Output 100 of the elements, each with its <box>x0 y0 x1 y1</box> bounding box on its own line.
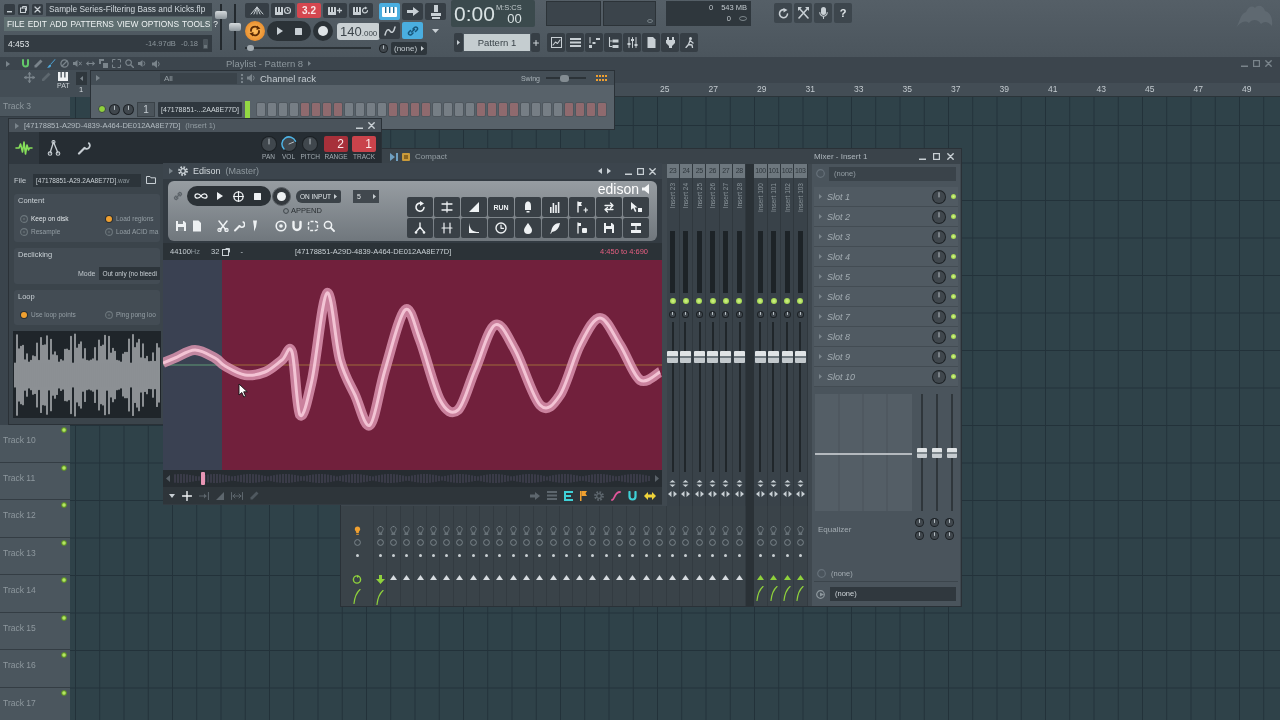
track-led[interactable] <box>669 298 676 304</box>
swap-icon[interactable] <box>782 491 792 497</box>
delete-icon[interactable] <box>60 59 69 68</box>
stamp-button[interactable] <box>425 3 446 20</box>
magnet-icon[interactable] <box>21 59 30 68</box>
help-button[interactable]: ? <box>834 3 852 23</box>
keyboard-button[interactable] <box>379 3 400 20</box>
triangle-icon[interactable] <box>756 575 764 580</box>
track-header[interactable]: Track 11 <box>0 462 70 500</box>
zoom-icon[interactable] <box>112 59 121 68</box>
maximize-icon[interactable] <box>637 167 644 175</box>
mix-knob[interactable] <box>932 289 946 304</box>
menu-item[interactable]: FILE <box>7 19 25 29</box>
eq-knob[interactable] <box>945 518 954 527</box>
countdown-button[interactable]: 3.2 <box>297 3 321 18</box>
open-file-button[interactable] <box>144 173 158 187</box>
pattern-song-button[interactable] <box>245 21 265 41</box>
pan-knob[interactable] <box>735 311 743 318</box>
collapse-button[interactable] <box>75 72 87 85</box>
stereo-icon[interactable] <box>770 480 778 487</box>
triangle-icon[interactable] <box>695 575 703 580</box>
timeline-ruler[interactable]: 25 27 29 31 33 35 37 39 41 43 45 47 49 <box>615 83 1280 97</box>
channel-led[interactable] <box>98 105 106 113</box>
swap-icon[interactable] <box>769 491 779 497</box>
slider-thumb[interactable] <box>215 10 227 19</box>
link-button[interactable] <box>402 22 423 39</box>
stereo-icon[interactable] <box>756 480 764 487</box>
maximize-icon[interactable] <box>933 153 940 160</box>
slider-thumb[interactable] <box>947 447 957 458</box>
slot-led[interactable] <box>951 374 956 379</box>
effect-slot[interactable]: Slot 6 <box>814 287 958 307</box>
refresh-button[interactable] <box>774 3 792 23</box>
stereo-icon[interactable] <box>669 480 677 487</box>
track-led[interactable] <box>61 427 67 433</box>
track-led[interactable] <box>709 298 716 304</box>
tool-button[interactable] <box>623 197 649 217</box>
mixer-track-field[interactable]: 1 <box>137 101 155 117</box>
checkbox[interactable] <box>283 207 289 214</box>
selection-indicator[interactable] <box>245 100 250 118</box>
slider-thumb[interactable] <box>932 447 942 458</box>
triangle-icon[interactable] <box>602 575 610 580</box>
song-position-slider[interactable] <box>245 45 371 51</box>
pattern-menu-button[interactable] <box>454 33 463 52</box>
triangle-icon[interactable] <box>483 575 490 580</box>
triangle-icon[interactable] <box>796 575 804 580</box>
pitch-knob[interactable] <box>302 136 319 152</box>
eq-knob[interactable] <box>915 531 924 540</box>
eye-icon[interactable] <box>275 220 287 232</box>
tool-button[interactable] <box>488 218 514 238</box>
previous-icon[interactable] <box>598 168 602 174</box>
sampler-tab[interactable] <box>9 132 39 164</box>
input-icon[interactable] <box>816 169 825 178</box>
format-icon[interactable] <box>222 247 231 256</box>
fader-thumb[interactable] <box>707 351 719 363</box>
minimize-icon[interactable] <box>4 3 15 15</box>
slot-led[interactable] <box>951 314 956 319</box>
tool-button[interactable] <box>461 218 487 238</box>
wave-button[interactable] <box>245 3 269 18</box>
triangle-icon[interactable] <box>562 575 570 580</box>
tool-button[interactable] <box>515 197 541 217</box>
select-icon[interactable] <box>99 59 108 68</box>
eq-knob[interactable] <box>945 531 954 540</box>
next-icon[interactable] <box>607 168 611 174</box>
effect-slot[interactable]: Slot 9 <box>814 347 958 367</box>
piano-icon[interactable] <box>58 72 69 81</box>
brush-icon[interactable] <box>47 59 56 68</box>
slot-led[interactable] <box>951 274 956 279</box>
hook-icon[interactable] <box>233 220 245 232</box>
figure-button[interactable] <box>680 33 698 52</box>
track-led[interactable] <box>797 298 804 304</box>
output-icon[interactable] <box>816 589 826 599</box>
tool-button[interactable] <box>542 197 568 217</box>
track-led[interactable] <box>784 298 791 304</box>
chart-button[interactable] <box>547 33 565 52</box>
triangle-icon[interactable] <box>589 575 597 580</box>
fader-thumb[interactable] <box>720 351 732 363</box>
triangle-icon[interactable] <box>549 575 557 580</box>
tool-button[interactable] <box>434 218 460 238</box>
mix-knob[interactable] <box>932 309 946 324</box>
fader-thumb[interactable] <box>680 351 692 363</box>
document-button[interactable] <box>642 33 660 52</box>
mix-knob[interactable] <box>932 189 946 204</box>
menu-item[interactable]: TOOLS <box>182 19 211 29</box>
tool-button[interactable] <box>623 218 649 238</box>
tools-button[interactable] <box>794 3 812 23</box>
menu-icon[interactable] <box>169 493 175 498</box>
snap-selector[interactable]: (none) <box>391 42 428 55</box>
triangle-icon[interactable] <box>629 575 637 580</box>
effect-slot[interactable]: Slot 1 <box>814 187 958 207</box>
swap-icon[interactable] <box>708 491 718 497</box>
restore-icon[interactable] <box>18 3 29 15</box>
slot-led[interactable] <box>951 194 956 199</box>
double-arrow-icon[interactable] <box>644 491 656 500</box>
swap-icon[interactable] <box>734 491 744 497</box>
loop-record-button[interactable] <box>349 3 373 18</box>
expand-icon[interactable] <box>421 46 425 51</box>
value-display[interactable]: 2 <box>324 136 348 152</box>
track-header[interactable]: Track 17 <box>0 687 70 720</box>
fader-thumb[interactable] <box>794 351 806 363</box>
track-header[interactable]: Track 13 <box>0 537 70 575</box>
